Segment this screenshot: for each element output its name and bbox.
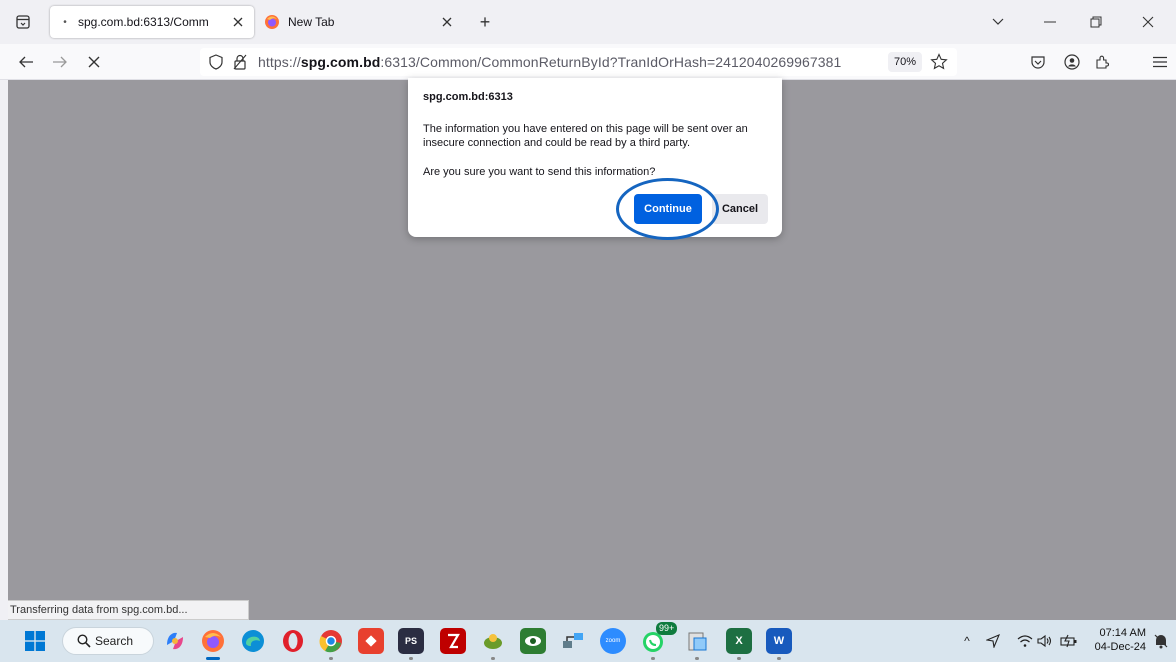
shield-icon[interactable] <box>208 54 224 73</box>
word-icon[interactable]: W <box>766 628 792 654</box>
hamburger-menu-icon[interactable] <box>1148 50 1172 74</box>
loading-indicator: • <box>63 16 67 28</box>
clock-time: 07:14 AM <box>1099 627 1146 639</box>
eye-app-icon[interactable] <box>520 628 546 654</box>
star-icon[interactable] <box>930 53 948 74</box>
search-label: Search <box>95 634 134 648</box>
insecure-form-dialog: spg.com.bd:6313 The information you have… <box>408 78 782 237</box>
excel-running-indicator <box>737 657 741 660</box>
list-all-tabs-icon[interactable] <box>984 8 1012 36</box>
dialog-question: Are you sure you want to send this infor… <box>423 166 656 178</box>
chevron-up-icon: ^ <box>964 634 970 648</box>
windows-start-icon[interactable] <box>22 628 48 654</box>
network-app-icon[interactable] <box>560 628 586 654</box>
tab-title: New Tab <box>288 15 335 29</box>
forward-arrow-icon[interactable] <box>48 50 72 74</box>
lock-icon[interactable] <box>232 54 248 73</box>
dialog-message: The information you have entered on this… <box>423 123 748 149</box>
extensions-icon[interactable] <box>1090 50 1114 74</box>
navicat-icon[interactable] <box>480 628 506 654</box>
anydesk-icon[interactable] <box>358 628 384 654</box>
edge-icon[interactable] <box>240 628 266 654</box>
firefox-taskbar-icon[interactable] <box>200 628 226 654</box>
wifi-icon[interactable] <box>1016 633 1034 649</box>
url-bar[interactable]: https://spg.com.bd:6313/Common/CommonRet… <box>200 48 957 76</box>
notification-icon[interactable] <box>1152 633 1170 649</box>
excel-icon[interactable]: X <box>726 628 752 654</box>
tab-spg[interactable]: • spg.com.bd:6313/Common/Co <box>50 6 254 38</box>
close-window-icon[interactable] <box>1134 8 1162 36</box>
navigation-toolbar: https://spg.com.bd:6313/Common/CommonRet… <box>0 44 1176 80</box>
zoom-icon[interactable]: zoom <box>600 628 626 654</box>
excel-label: X <box>735 635 743 647</box>
firefox-active-indicator <box>206 657 220 660</box>
word-running-indicator <box>777 657 781 660</box>
pocket-icon[interactable] <box>1026 50 1050 74</box>
zoom-level-button[interactable]: 70% <box>888 52 922 72</box>
location-icon[interactable] <box>984 633 1002 649</box>
url-path: :6313/Common/CommonReturnById?TranIdOrHa… <box>380 54 842 70</box>
firefox-icon <box>264 14 280 30</box>
navicat-running-indicator <box>491 657 495 660</box>
restore-icon[interactable] <box>1082 8 1110 36</box>
tab-strip: • spg.com.bd:6313/Common/Co New Tab + <box>0 0 1176 44</box>
dialog-title: spg.com.bd:6313 <box>423 91 513 103</box>
phpstorm-icon[interactable]: PS <box>398 628 424 654</box>
back-arrow-icon[interactable] <box>14 50 38 74</box>
content-left-border <box>0 80 8 620</box>
url-host: spg.com.bd <box>300 54 381 70</box>
opera-icon[interactable] <box>280 628 306 654</box>
stop-icon[interactable] <box>82 50 106 74</box>
whatsapp-running-indicator <box>651 657 655 660</box>
cancel-button[interactable]: Cancel <box>712 194 768 224</box>
volume-icon[interactable] <box>1036 633 1054 649</box>
new-tab-button[interactable]: + <box>474 11 496 33</box>
whatsapp-notification-badge: 99+ <box>656 622 678 635</box>
taskbar-search[interactable]: Search <box>62 627 154 655</box>
continue-button[interactable]: Continue <box>634 194 702 224</box>
taskbar-clock[interactable]: 07:14 AM 04-Dec-24 <box>1090 626 1146 654</box>
url-scheme: https:// <box>258 54 301 70</box>
search-icon <box>77 634 91 648</box>
zoom-label: zoom <box>605 638 621 644</box>
copilot-icon[interactable] <box>162 628 188 654</box>
url-text[interactable]: https://spg.com.bd:6313/Common/CommonRet… <box>258 54 841 70</box>
windows-taskbar: Search PS zoom 99+ X W ^ 07:14 AM 04-Dec… <box>0 620 1176 662</box>
phpstorm-running-indicator <box>409 657 413 660</box>
filezilla-icon[interactable] <box>440 628 466 654</box>
tab-list-icon[interactable] <box>12 11 34 33</box>
minimize-icon[interactable] <box>1036 8 1064 36</box>
word-label: W <box>773 635 785 647</box>
phpstorm-label: PS <box>404 636 417 646</box>
clock-date: 04-Dec-24 <box>1094 641 1146 653</box>
status-bar: Transferring data from spg.com.bd... <box>8 600 249 620</box>
tab-close-icon[interactable] <box>230 14 246 30</box>
plus-icon: + <box>479 11 491 32</box>
tab-close-icon[interactable] <box>439 14 455 30</box>
clipboard-running-indicator <box>695 657 699 660</box>
account-icon[interactable] <box>1060 50 1084 74</box>
battery-charging-icon[interactable] <box>1060 633 1078 649</box>
chrome-icon[interactable] <box>318 628 344 654</box>
tab-title: spg.com.bd:6313/Common/Co <box>78 15 208 29</box>
tab-new-tab[interactable]: New Tab <box>258 6 463 38</box>
tray-overflow-chevron-icon[interactable]: ^ <box>958 633 976 649</box>
chrome-running-indicator <box>329 657 333 660</box>
clipboard-app-icon[interactable] <box>684 628 710 654</box>
